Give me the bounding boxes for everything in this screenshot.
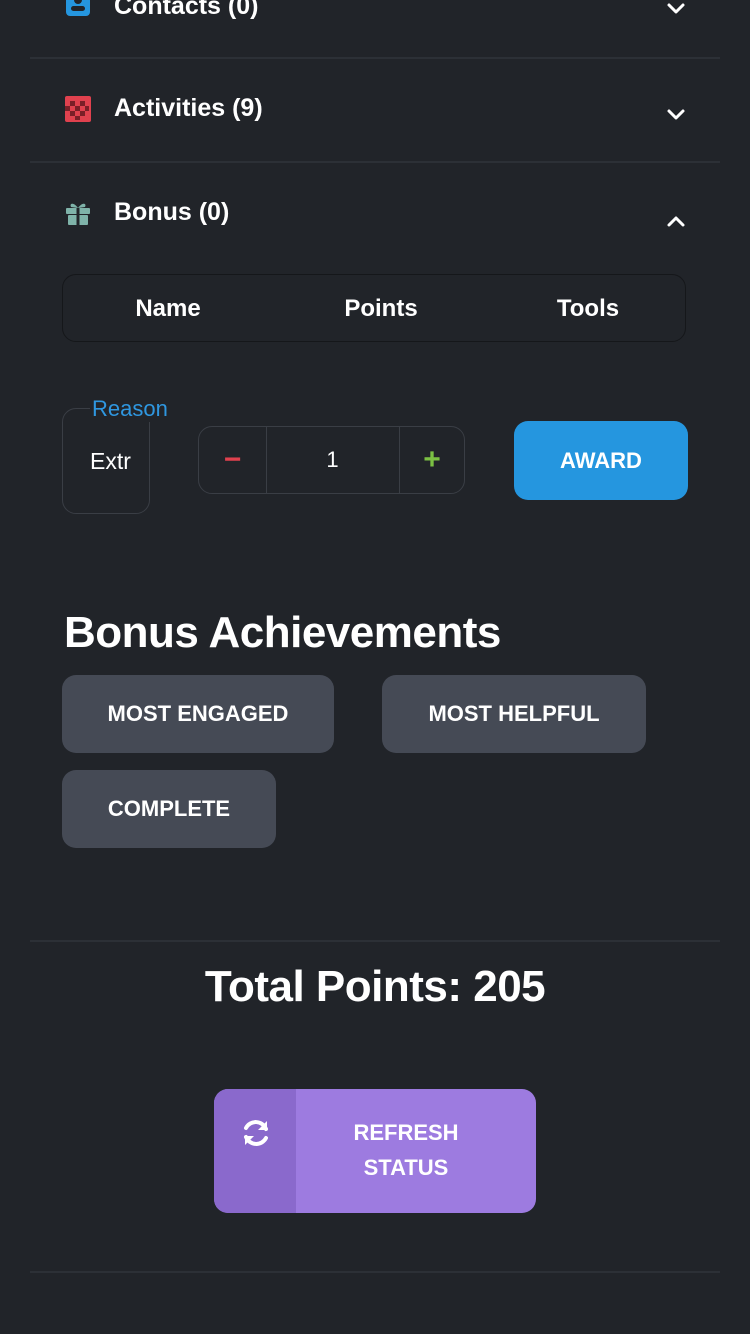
- achievement-complete-button[interactable]: COMPLETE: [62, 770, 276, 848]
- divider: [30, 161, 720, 163]
- column-header-tools: Tools: [556, 295, 620, 322]
- total-points: Total Points: 205: [204, 962, 546, 1011]
- achievements-title: Bonus Achievements: [64, 608, 501, 657]
- achievement-most-engaged-button[interactable]: MOST ENGAGED: [62, 675, 334, 753]
- quantity-value[interactable]: 1: [267, 427, 398, 493]
- award-button[interactable]: AWARD: [514, 421, 688, 500]
- gift-icon: [64, 199, 92, 227]
- refresh-label-line1: REFRESH: [353, 1120, 459, 1145]
- points-stepper: − 1 +: [198, 426, 465, 494]
- reason-value[interactable]: Extr: [90, 448, 131, 475]
- checkered-grid-icon: [64, 95, 92, 123]
- chevron-down-icon[interactable]: [664, 0, 688, 20]
- section-header-contacts[interactable]: Contacts (0): [114, 0, 258, 21]
- bonus-table-header: Name Points Tools: [62, 274, 686, 342]
- increment-button[interactable]: +: [400, 427, 464, 493]
- column-header-points: Points: [344, 295, 418, 322]
- column-header-name: Name: [135, 295, 201, 322]
- refresh-status-label: REFRESH STATUS: [296, 1115, 516, 1185]
- divider: [30, 940, 720, 942]
- chevron-down-icon[interactable]: [664, 102, 688, 126]
- refresh-status-button[interactable]: REFRESH STATUS: [214, 1089, 536, 1213]
- divider: [30, 1271, 720, 1273]
- section-header-activities[interactable]: Activities (9): [114, 94, 263, 123]
- contact-card-icon: [64, 0, 92, 18]
- chevron-up-icon[interactable]: [664, 210, 688, 234]
- refresh-icon: [244, 1120, 268, 1146]
- refresh-label-line2: STATUS: [363, 1155, 449, 1180]
- divider: [30, 57, 720, 59]
- refresh-icon-area: [214, 1089, 296, 1213]
- decrement-button[interactable]: −: [199, 427, 266, 493]
- section-header-bonus[interactable]: Bonus (0): [114, 198, 229, 227]
- achievement-most-helpful-button[interactable]: MOST HELPFUL: [382, 675, 646, 753]
- reason-label: Reason: [90, 396, 170, 422]
